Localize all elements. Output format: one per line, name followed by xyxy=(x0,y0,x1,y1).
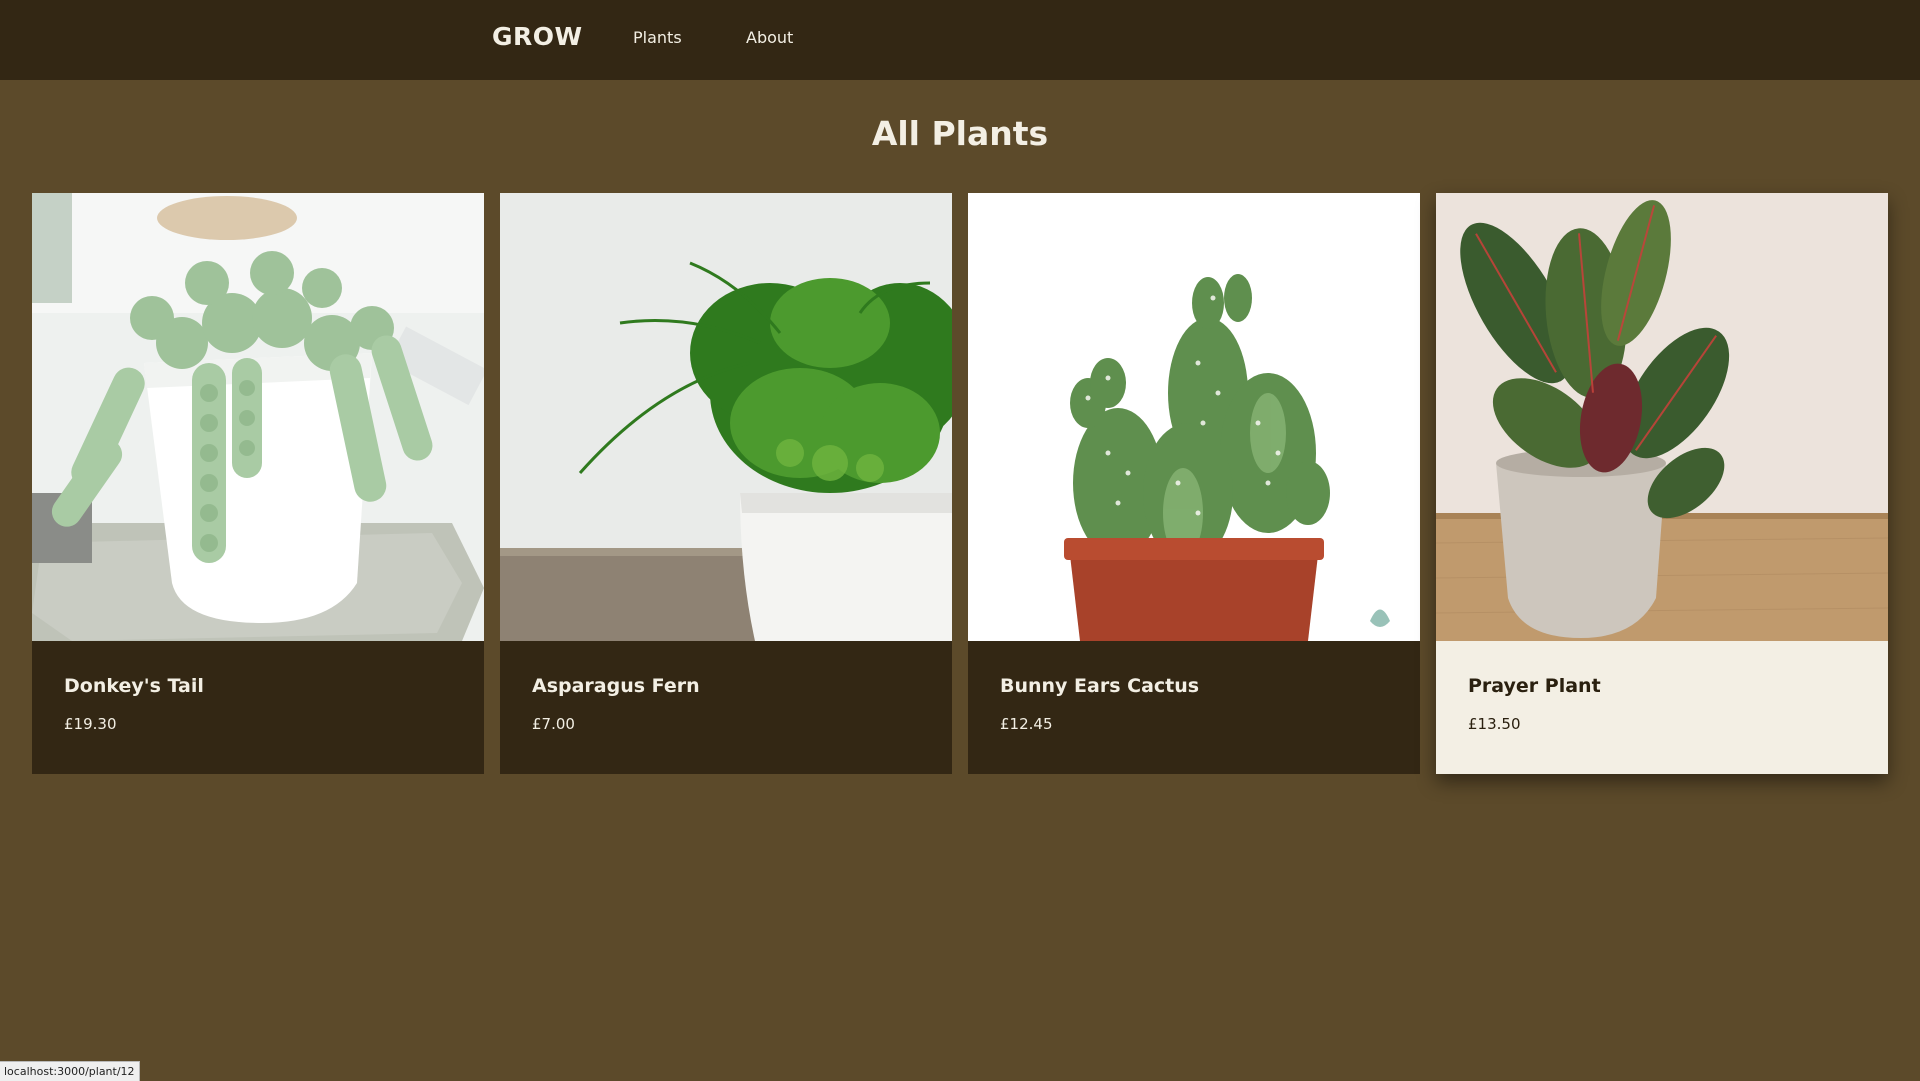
asparagus-fern-photo xyxy=(500,193,952,641)
brand-logo-link[interactable]: GROW xyxy=(492,22,583,51)
prayer-plant-photo xyxy=(1436,193,1888,641)
plant-name: Bunny Ears Cactus xyxy=(1000,675,1200,697)
nav-link-about[interactable]: About xyxy=(746,28,793,47)
plant-card-donkeys-tail[interactable]: Donkey's Tail £19.30 xyxy=(32,193,484,774)
plant-name: Donkey's Tail xyxy=(64,675,204,697)
plant-card-bunny-ears-cactus[interactable]: Bunny Ears Cactus £12.45 xyxy=(968,193,1420,774)
page-title: All Plants xyxy=(871,114,1049,153)
plant-price: £12.45 xyxy=(1000,715,1053,733)
bunny-ears-cactus-photo xyxy=(968,193,1420,641)
top-navbar: GROW Plants About xyxy=(0,0,1920,80)
plant-name: Prayer Plant xyxy=(1468,675,1601,697)
plant-card-prayer-plant[interactable]: Prayer Plant £13.50 xyxy=(1436,193,1888,774)
donkeys-tail-photo xyxy=(32,193,484,641)
plant-price: £13.50 xyxy=(1468,715,1521,733)
status-bar-url: localhost:3000/plant/12 xyxy=(0,1061,140,1081)
nav-link-plants[interactable]: Plants xyxy=(633,28,682,47)
plant-card-asparagus-fern[interactable]: Asparagus Fern £7.00 xyxy=(500,193,952,774)
plant-name: Asparagus Fern xyxy=(532,675,700,697)
plant-price: £7.00 xyxy=(532,715,575,733)
plant-price: £19.30 xyxy=(64,715,117,733)
